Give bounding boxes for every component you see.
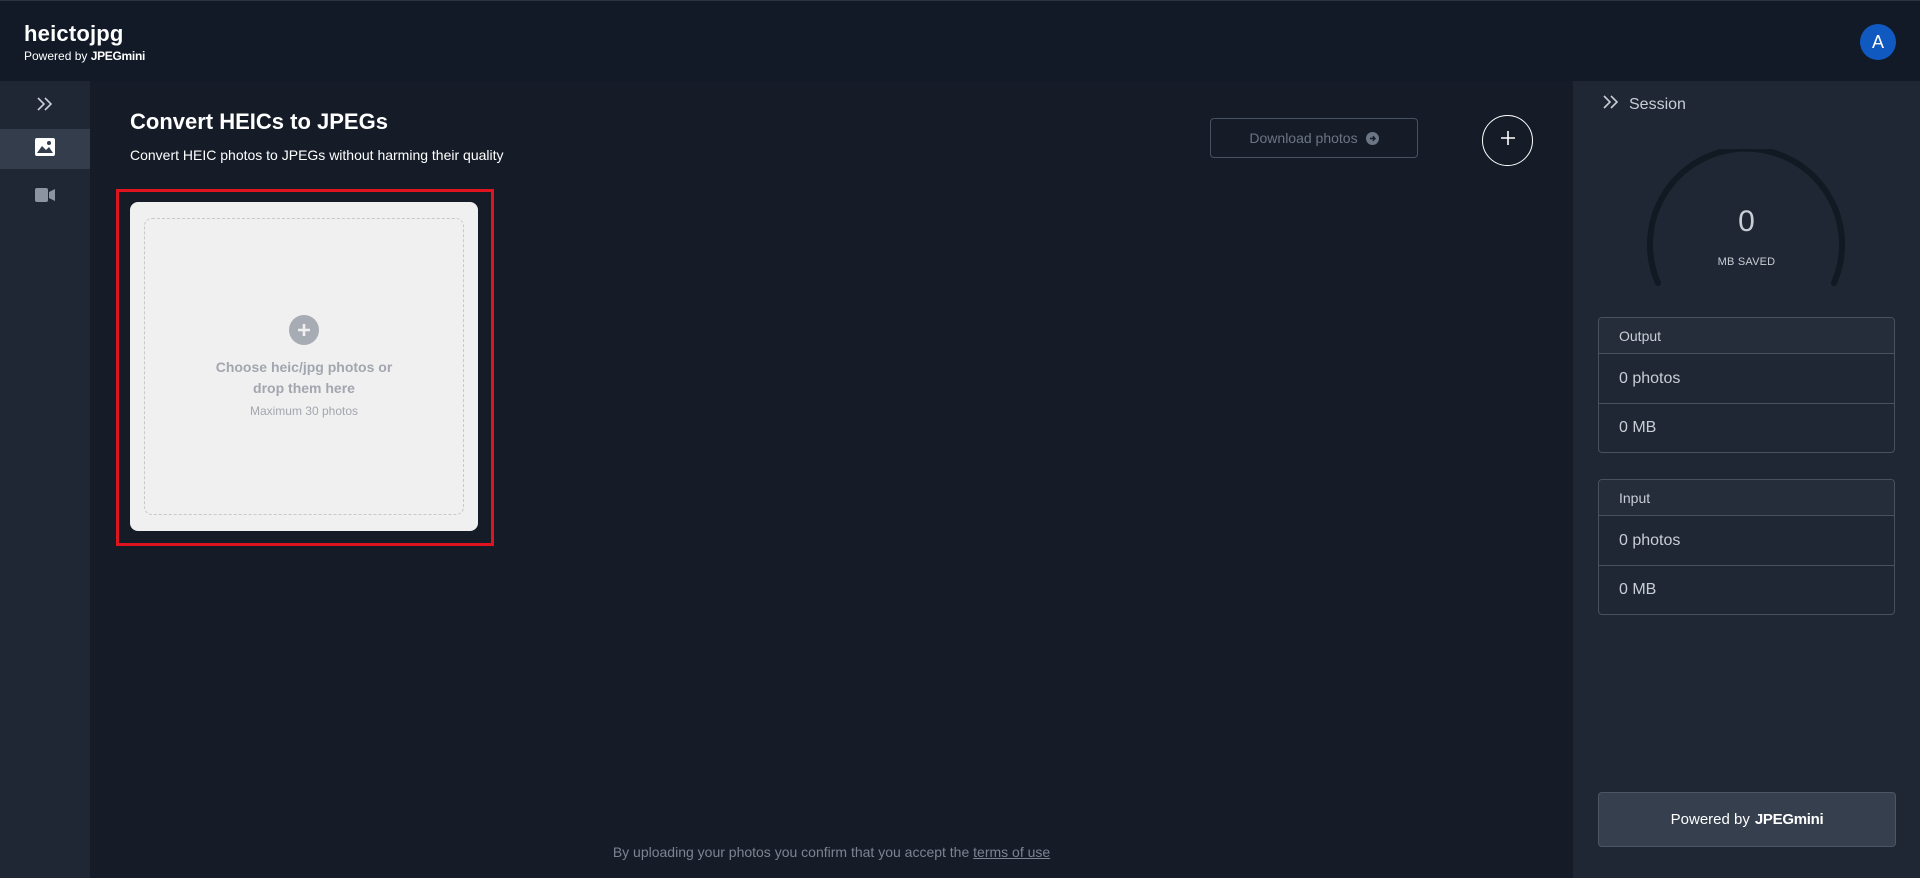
- brand[interactable]: heictojpg Powered by JPEGmini: [24, 21, 145, 63]
- app-name: heictojpg: [24, 21, 124, 46]
- expand-sidebar-button[interactable]: [33, 94, 57, 118]
- input-size: 0 MB: [1599, 565, 1894, 614]
- download-photos-button[interactable]: Download photos: [1210, 118, 1418, 158]
- download-label: Download photos: [1249, 130, 1358, 146]
- session-toggle[interactable]: Session: [1603, 95, 1686, 114]
- double-chevron-right-icon: [36, 96, 54, 116]
- dropzone-text: Choose heic/jpg photos or drop them here: [215, 359, 393, 396]
- mb-saved-label: MB SAVED: [1717, 256, 1776, 268]
- output-stats: Output 0 photos 0 MB: [1598, 317, 1895, 453]
- photo-dropzone[interactable]: Choose heic/jpg photos or drop them here…: [130, 202, 478, 531]
- powered-by-brand: JPEGmini: [90, 49, 146, 63]
- main-content: Convert HEICs to JPEGs Convert HEIC phot…: [90, 81, 1573, 878]
- mb-saved-value: 0: [1738, 205, 1755, 238]
- download-arrow-icon: [1365, 131, 1379, 145]
- top-bar: heictojpg Powered by JPEGmini A: [0, 0, 1920, 81]
- output-header: Output: [1599, 318, 1894, 354]
- plus-icon: [1500, 130, 1516, 151]
- page-subtitle: Convert HEIC photos to JPEGs without har…: [130, 147, 504, 163]
- terms-notice-text: By uploading your photos you confirm tha…: [612, 844, 970, 860]
- input-photos-count: 0 photos: [1619, 531, 1681, 549]
- output-size: 0 MB: [1599, 403, 1894, 452]
- output-photos-count: 0 photos: [1619, 369, 1681, 387]
- terms-notice: By uploading your photos you confirm tha…: [90, 844, 1573, 860]
- nav-item-photos[interactable]: [0, 129, 90, 169]
- nav-item-videos[interactable]: [0, 177, 90, 217]
- user-avatar[interactable]: A: [1860, 24, 1896, 60]
- powered-by-jpegmini-button[interactable]: Powered by JPEGmini: [1598, 792, 1896, 847]
- session-panel: Session 0 MB SAVED Output 0 photos 0 MB …: [1573, 81, 1920, 878]
- add-photos-button[interactable]: [1482, 115, 1533, 166]
- powered-by-prefix: Powered by: [24, 49, 88, 63]
- double-chevron-right-icon: [1603, 95, 1619, 114]
- powered-by-brand: JPEGmini: [1754, 811, 1824, 828]
- input-header: Input: [1599, 480, 1894, 516]
- input-stats: Input 0 photos 0 MB: [1598, 479, 1895, 615]
- powered-by-prefix: Powered by: [1670, 811, 1750, 828]
- image-icon: [35, 137, 55, 161]
- brand-powered-by: Powered by JPEGmini: [24, 49, 145, 63]
- terms-of-use-link[interactable]: terms of use: [973, 844, 1050, 860]
- add-circle-icon: [289, 315, 319, 345]
- page-title: Convert HEICs to JPEGs: [130, 109, 388, 134]
- dropzone-inner: Choose heic/jpg photos or drop them here…: [144, 218, 464, 515]
- session-title: Session: [1629, 95, 1686, 113]
- video-icon: [35, 187, 55, 208]
- left-sidebar: [0, 81, 90, 878]
- dropzone-subtext: Maximum 30 photos: [249, 404, 359, 418]
